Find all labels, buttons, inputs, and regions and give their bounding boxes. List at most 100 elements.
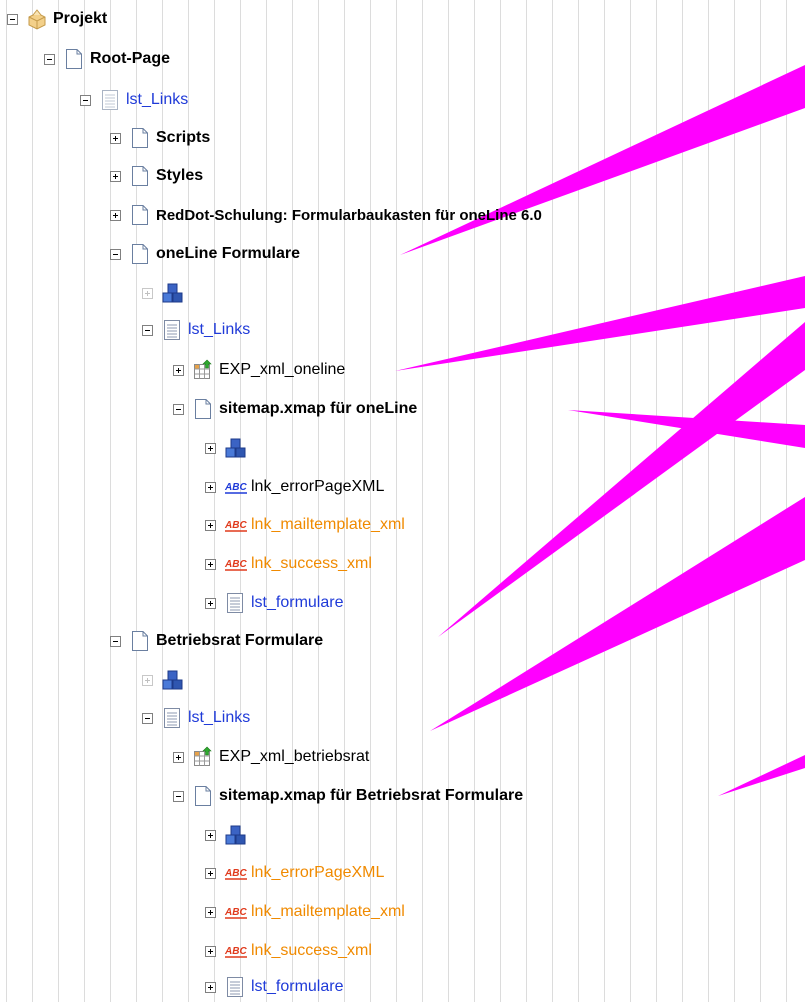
list-icon <box>161 707 183 729</box>
cubes-icon <box>161 669 183 691</box>
svg-text:ABC: ABC <box>224 482 247 493</box>
tree-item-label: oneLine Formulare <box>156 245 301 262</box>
tree-item-sitemap-betriebsrat[interactable]: sitemap.xmap für Betriebsrat Formulare <box>173 781 523 811</box>
collapse-toggle[interactable] <box>110 635 121 647</box>
expand-toggle[interactable] <box>205 981 216 993</box>
tree-item-projekt[interactable]: Projekt <box>7 4 107 34</box>
expand-toggle[interactable] <box>110 209 121 221</box>
expand-toggle[interactable] <box>205 442 216 454</box>
svg-text:ABC: ABC <box>224 946 247 957</box>
svg-text:ABC: ABC <box>224 868 247 879</box>
expand-toggle-disabled <box>142 287 153 299</box>
tree-item-lnk-errorpagexml[interactable]: ABC lnk_errorPageXML <box>205 472 384 502</box>
tree-item-exp-xml-oneline[interactable]: EXP_xml_oneline <box>173 355 345 385</box>
expand-toggle[interactable] <box>205 519 216 531</box>
abc-link-icon: ABC <box>224 901 247 923</box>
tree-item-oneline-formulare[interactable]: oneLine Formulare <box>110 239 300 269</box>
tree-item-label: Scripts <box>156 129 211 146</box>
collapse-toggle[interactable] <box>44 53 55 65</box>
page-icon <box>129 204 151 226</box>
collapse-toggle[interactable] <box>142 712 153 724</box>
collapse-toggle[interactable] <box>110 248 121 260</box>
tree-item-lst-links[interactable]: lst_Links <box>142 315 250 345</box>
expand-toggle-disabled <box>142 674 153 686</box>
expand-toggle[interactable] <box>205 481 216 493</box>
tree-item-label: lst_Links <box>188 709 251 726</box>
tree-item-lst-formulare[interactable]: lst_formulare <box>205 972 343 1002</box>
tree-item-lst-formulare[interactable]: lst_formulare <box>205 588 343 618</box>
tree-item-elements[interactable] <box>205 433 251 463</box>
tree-item-label: EXP_xml_betriebsrat <box>219 748 370 765</box>
tree-item-betriebsrat-formulare[interactable]: Betriebsrat Formulare <box>110 626 323 656</box>
page-icon <box>129 165 151 187</box>
svg-text:ABC: ABC <box>224 907 247 918</box>
abc-link-icon: ABC <box>224 514 247 536</box>
tree-item-lst-links[interactable]: lst_Links <box>142 703 250 733</box>
tree-item-label: lnk_errorPageXML <box>251 478 385 495</box>
tree-item-label: sitemap.xmap für Betriebsrat Formulare <box>219 787 524 804</box>
page-icon <box>129 630 151 652</box>
folder-icon <box>26 8 48 30</box>
tree-item-lnk-success-xml[interactable]: ABC lnk_success_xml <box>205 936 372 966</box>
expand-toggle[interactable] <box>173 751 184 763</box>
abc-link-icon: ABC <box>224 862 247 884</box>
page-icon <box>192 785 214 807</box>
list-icon <box>224 592 246 614</box>
tree-item-lnk-success-xml[interactable]: ABC lnk_success_xml <box>205 549 372 579</box>
tree-item-label: Root-Page <box>90 50 170 67</box>
annotation-arrow <box>395 276 805 371</box>
svg-text:ABC: ABC <box>224 559 247 570</box>
tree-item-lnk-mailtemplate-xml[interactable]: ABC lnk_mailtemplate_xml <box>205 897 405 927</box>
export-table-icon <box>192 359 214 381</box>
annotation-arrow <box>568 410 805 448</box>
collapse-toggle[interactable] <box>173 790 184 802</box>
tree-item-label: lnk_mailtemplate_xml <box>251 903 405 920</box>
tree-item-elements[interactable] <box>142 278 188 308</box>
collapse-toggle[interactable] <box>7 13 18 25</box>
page-icon <box>129 127 151 149</box>
tree-item-label: RedDot-Schulung: Formularbaukasten für o… <box>156 206 542 224</box>
tree-item-label: Projekt <box>53 10 108 27</box>
tree-item-label: lst_formulare <box>251 978 344 995</box>
tree-item-lst-links[interactable]: lst_Links <box>80 85 188 115</box>
abc-link-icon: ABC <box>224 553 247 575</box>
tree-item-reddot-schulung[interactable]: RedDot-Schulung: Formularbaukasten für o… <box>110 200 542 230</box>
tree-item-sitemap-oneline[interactable]: sitemap.xmap für oneLine <box>173 394 417 424</box>
page-icon <box>192 398 214 420</box>
expand-toggle[interactable] <box>173 364 184 376</box>
expand-toggle[interactable] <box>205 867 216 879</box>
expand-toggle[interactable] <box>205 906 216 918</box>
expand-toggle[interactable] <box>205 558 216 570</box>
expand-toggle[interactable] <box>110 132 121 144</box>
collapse-toggle[interactable] <box>142 324 153 336</box>
collapse-toggle[interactable] <box>80 94 91 106</box>
abc-link-icon: ABC <box>224 940 247 962</box>
cubes-icon <box>224 437 246 459</box>
tree-item-elements[interactable] <box>142 665 188 695</box>
expand-toggle[interactable] <box>205 945 216 957</box>
list-icon <box>161 319 183 341</box>
tree-item-label: lnk_success_xml <box>251 555 372 572</box>
tree-item-lnk-errorpagexml[interactable]: ABC lnk_errorPageXML <box>205 858 384 888</box>
annotation-arrow <box>430 497 805 731</box>
cubes-icon <box>161 282 183 304</box>
expand-toggle[interactable] <box>205 597 216 609</box>
tree-item-label: sitemap.xmap für oneLine <box>219 400 418 417</box>
abc-link-icon: ABC <box>224 476 247 498</box>
expand-toggle[interactable] <box>205 829 216 841</box>
expand-toggle[interactable] <box>110 170 121 182</box>
annotation-arrow <box>718 755 805 796</box>
tree-item-elements[interactable] <box>205 820 251 850</box>
list-icon <box>99 89 121 111</box>
page-icon <box>129 243 151 265</box>
tree-item-exp-xml-betriebsrat[interactable]: EXP_xml_betriebsrat <box>173 742 369 772</box>
tree-item-label: lst_formulare <box>251 594 344 611</box>
tree-item-label: lnk_errorPageXML <box>251 864 385 881</box>
collapse-toggle[interactable] <box>173 403 184 415</box>
list-icon <box>224 976 246 998</box>
tree-item-root-page[interactable]: Root-Page <box>44 44 170 74</box>
tree-item-label: Betriebsrat Formulare <box>156 632 324 649</box>
tree-item-lnk-mailtemplate-xml[interactable]: ABC lnk_mailtemplate_xml <box>205 510 405 540</box>
tree-item-styles[interactable]: Styles <box>110 161 203 191</box>
tree-item-scripts[interactable]: Scripts <box>110 123 210 153</box>
